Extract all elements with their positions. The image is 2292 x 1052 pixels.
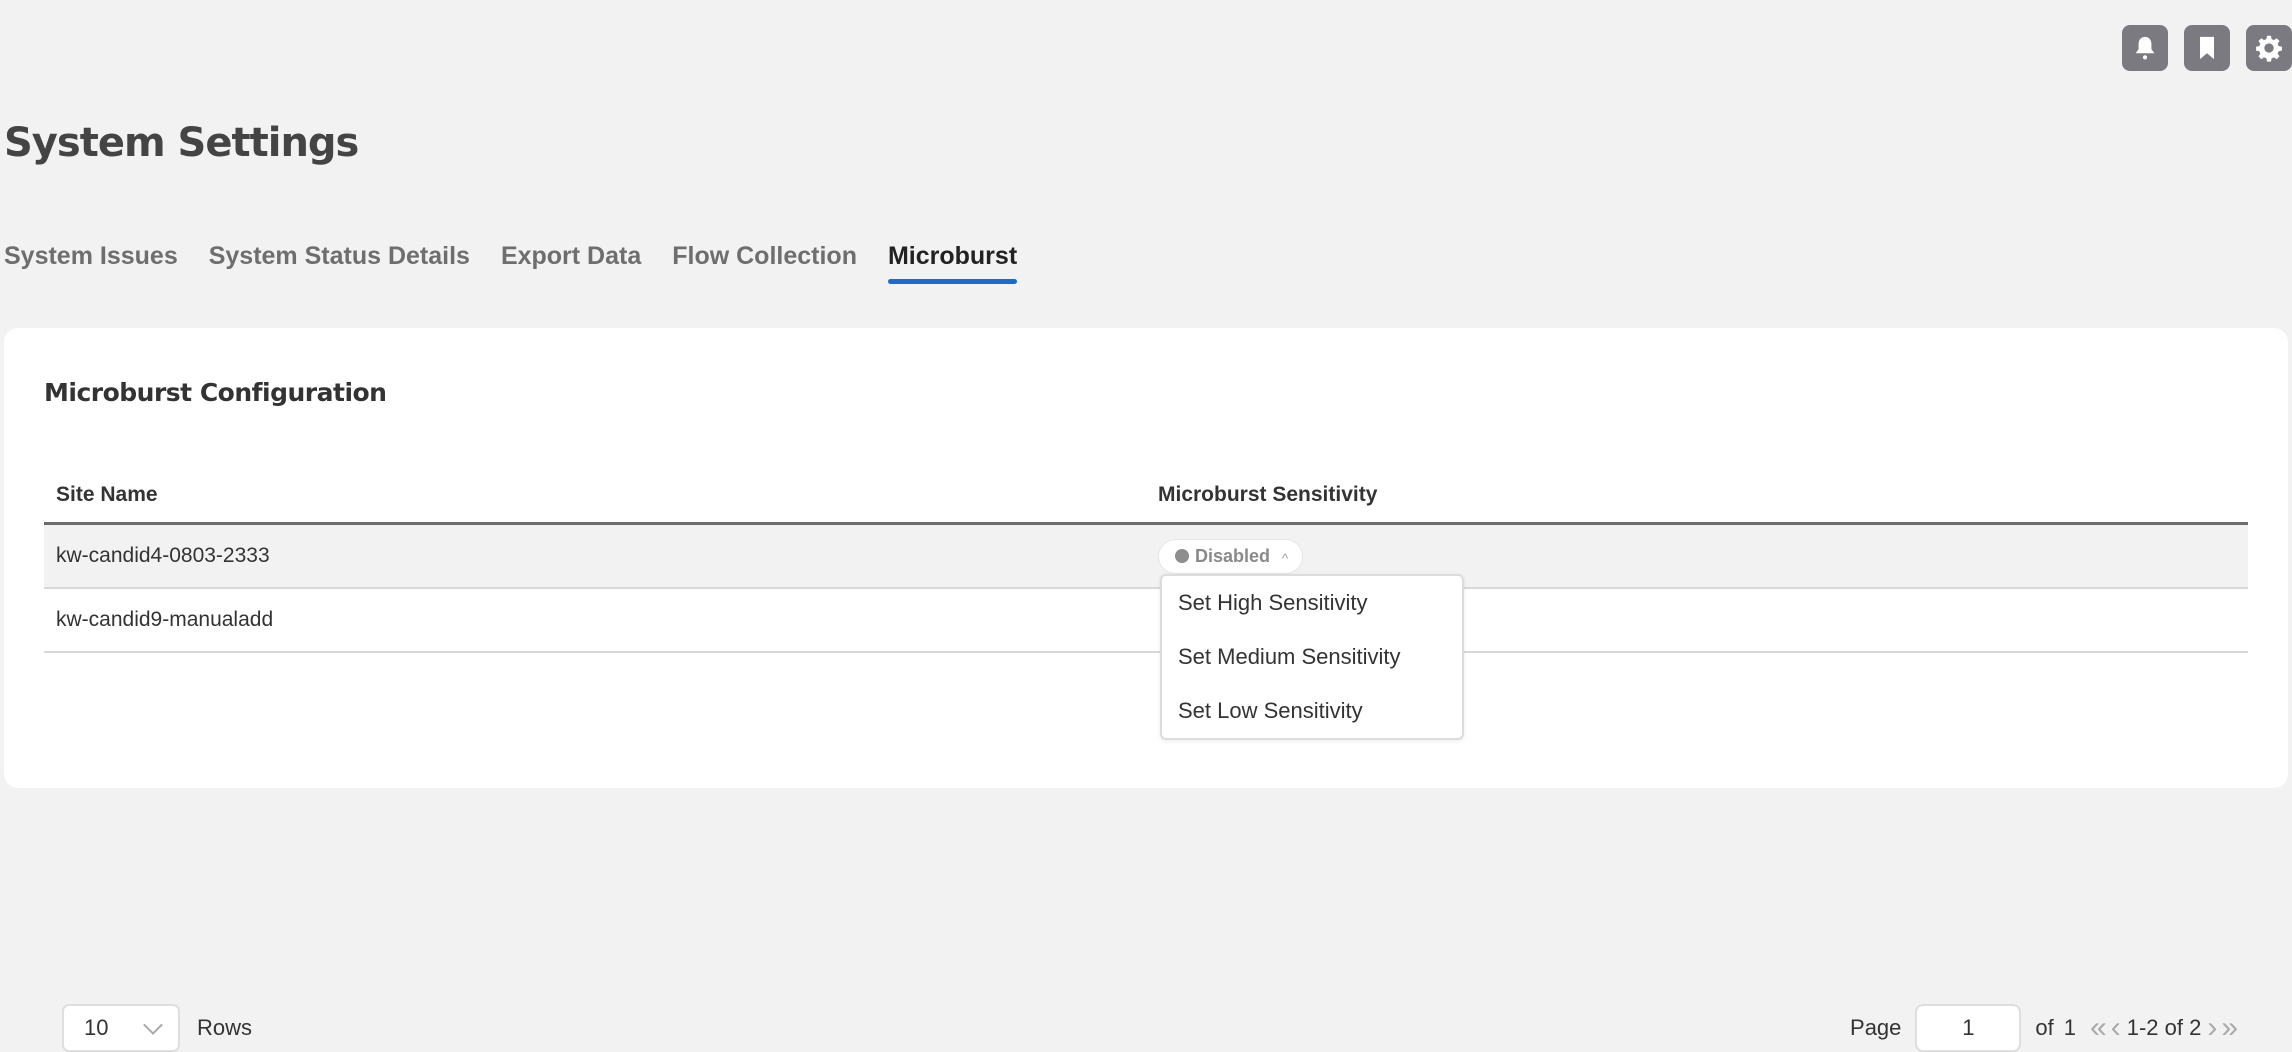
of-label: of bbox=[2035, 1015, 2054, 1040]
settings-button[interactable] bbox=[2246, 25, 2292, 71]
site-name-cell: kw-candid4-0803-2333 bbox=[56, 544, 270, 567]
bookmark-icon bbox=[2200, 36, 2214, 60]
microburst-config-card: Microburst Configuration Site Name Micro… bbox=[4, 328, 2288, 1052]
sensitivity-cell: Disabled ^ bbox=[1146, 538, 2248, 574]
menu-item-high-sensitivity[interactable]: Set High Sensitivity bbox=[1162, 576, 1462, 630]
rows-per-page-value: 10 bbox=[84, 1015, 109, 1040]
page-label: Page bbox=[1850, 1015, 1902, 1040]
tab-flow-collection[interactable]: Flow Collection bbox=[672, 242, 857, 284]
range-text: 1-2 of 2 bbox=[2126, 1015, 2202, 1040]
rows-per-page-select[interactable]: 10 bbox=[62, 1004, 180, 1052]
bookmark-button[interactable] bbox=[2184, 25, 2230, 71]
sensitivity-menu: Set High Sensitivity Set Medium Sensitiv… bbox=[1160, 574, 1464, 740]
first-page-icon[interactable]: « bbox=[2088, 1013, 2109, 1043]
settings-tabs: System Issues System Status Details Expo… bbox=[4, 242, 1018, 284]
site-name-cell: kw-candid9-manualadd bbox=[56, 608, 274, 631]
menu-item-medium-sensitivity[interactable]: Set Medium Sensitivity bbox=[1162, 630, 1462, 684]
header-actions bbox=[2122, 25, 2292, 71]
pagination: Page of 1 « ‹ 1-2 of 2 › » bbox=[1850, 1004, 2240, 1052]
column-header-site-name[interactable]: Site Name bbox=[44, 483, 1146, 507]
sensitivity-status-dropdown[interactable]: Disabled ^ bbox=[1158, 538, 1304, 574]
bell-icon bbox=[2135, 36, 2155, 60]
table-header: Site Name Microburst Sensitivity bbox=[44, 468, 2248, 525]
rows-label: Rows bbox=[197, 1015, 253, 1040]
page-number-input[interactable] bbox=[1915, 1004, 2022, 1052]
tab-microburst[interactable]: Microburst bbox=[887, 242, 1018, 284]
next-page-icon[interactable]: › bbox=[2205, 1013, 2219, 1043]
chevron-down-icon bbox=[143, 1015, 163, 1035]
card-title: Microburst Configuration bbox=[44, 378, 387, 407]
status-dot-icon bbox=[1175, 549, 1189, 563]
status-text: Disabled bbox=[1195, 545, 1271, 566]
table-row: kw-candid4-0803-2333 Disabled ^ bbox=[44, 525, 2248, 589]
last-page-icon[interactable]: » bbox=[2219, 1013, 2240, 1043]
page-title: System Settings bbox=[4, 120, 359, 166]
chevron-up-icon: ^ bbox=[1282, 550, 1289, 566]
previous-page-icon[interactable]: ‹ bbox=[2109, 1013, 2123, 1043]
microburst-table: Site Name Microburst Sensitivity kw-cand… bbox=[44, 468, 2248, 653]
notifications-button[interactable] bbox=[2122, 25, 2168, 71]
table-row: kw-candid9-manualadd bbox=[44, 589, 2248, 653]
tab-system-issues[interactable]: System Issues bbox=[4, 242, 178, 284]
menu-item-low-sensitivity[interactable]: Set Low Sensitivity bbox=[1162, 684, 1462, 738]
tab-export-data[interactable]: Export Data bbox=[501, 242, 641, 284]
tab-system-status-details[interactable]: System Status Details bbox=[209, 242, 470, 284]
column-header-sensitivity[interactable]: Microburst Sensitivity bbox=[1146, 483, 2248, 507]
total-pages: 1 bbox=[2063, 1015, 2077, 1040]
gear-icon bbox=[2256, 35, 2282, 62]
